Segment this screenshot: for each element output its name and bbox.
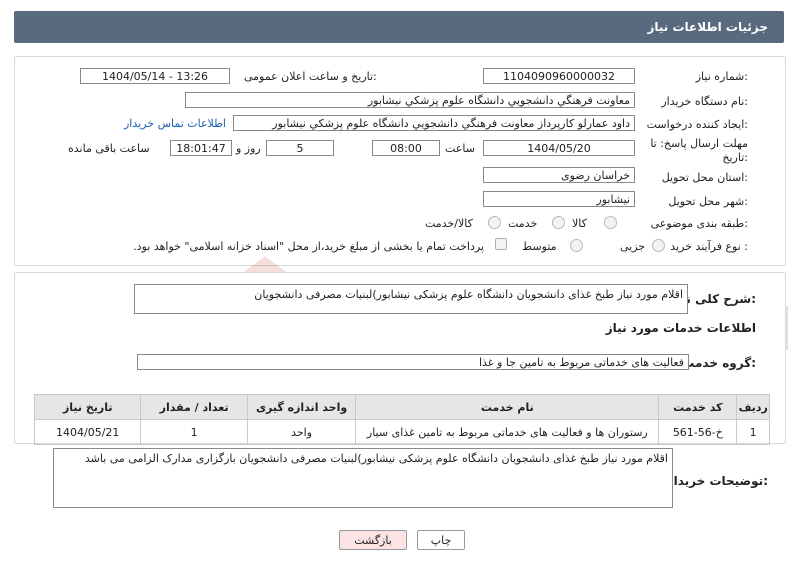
col-row-number: ردیف — [736, 394, 770, 420]
province-field[interactable]: خراسان رضوی — [483, 167, 635, 183]
cell-quantity: 1 — [140, 419, 248, 445]
announce-date-label: تاریخ و ساعت اعلان عمومی: — [244, 70, 377, 83]
buyer-org-label: نام دستگاه خریدار: — [661, 95, 748, 108]
buyer-org-field[interactable]: معاونت فرهنگي دانشجويي دانشگاه علوم پزشک… — [185, 92, 635, 108]
deadline-date-field[interactable]: 1404/05/20 — [483, 140, 635, 156]
col-quantity: تعداد / مقدار — [140, 394, 248, 420]
city-field[interactable]: نیشابور — [483, 191, 635, 207]
deadline-label-line2: تاریخ: — [722, 151, 748, 164]
need-number-label: شماره نیاز: — [695, 70, 748, 83]
process-option-minor: جزیی — [620, 240, 646, 253]
requester-field[interactable]: داود عمارلو کارپرداز معاونت فرهنگي دانشج… — [233, 115, 635, 131]
treasury-checkbox[interactable] — [495, 238, 507, 250]
category-option-goods: کالا — [572, 217, 587, 230]
remaining-time-label: ساعت باقی مانده — [68, 142, 150, 155]
deadline-label-line1: مهلت ارسال پاسخ: تا — [650, 137, 748, 150]
process-option-medium: متوسط — [522, 240, 557, 253]
col-service-code: کد خدمت — [658, 394, 738, 420]
process-radio-minor[interactable] — [652, 239, 665, 252]
category-option-goods-service: کالا/خدمت — [425, 217, 473, 230]
announce-date-field[interactable]: 1404/05/14 - 13:26 — [80, 68, 230, 84]
buyer-notes-textarea[interactable]: اقلام مورد نیاز طبخ غذای دانشجویان دانشگ… — [53, 448, 673, 508]
print-button[interactable]: چاپ — [417, 530, 465, 550]
deadline-time-label: ساعت — [445, 142, 475, 155]
cell-unit: واحد — [246, 419, 357, 445]
category-radio-service[interactable] — [552, 216, 565, 229]
summary-textarea[interactable]: اقلام مورد نیاز طبخ غذای دانشجویان دانشگ… — [134, 284, 688, 314]
province-label: استان محل تحویل: — [661, 171, 748, 184]
table-row: 1 خ-56-561 رستوران ها و فعالیت های خدمات… — [33, 419, 770, 445]
service-group-field[interactable]: فعالیت های خدماتی مربوط به تامین جا و غذ… — [137, 354, 689, 370]
treasury-note: پرداخت تمام یا بخشی از مبلغ خرید،از محل … — [133, 240, 484, 253]
deadline-label: مهلت ارسال پاسخ: تا تاریخ: — [650, 137, 748, 165]
deadline-time-field[interactable]: 08:00 — [372, 140, 440, 156]
remaining-days-field[interactable]: 5 — [266, 140, 334, 156]
need-number-field[interactable]: 1104090960000032 — [483, 68, 635, 84]
page-title: جزئیات اطلاعات نیاز — [647, 20, 768, 34]
services-table: ردیف کد خدمت نام خدمت واحد اندازه گیری ت… — [33, 394, 770, 445]
buyer-contact-link[interactable]: اطلاعات تماس خریدار — [124, 117, 226, 130]
services-section-title: اطلاعات خدمات مورد نیاز — [605, 321, 756, 335]
requester-label: ایجاد کننده درخواست: — [646, 118, 748, 131]
category-option-service: خدمت — [508, 217, 538, 230]
category-radio-goods-service[interactable] — [488, 216, 501, 229]
process-radio-medium[interactable] — [570, 239, 583, 252]
service-group-label: گروه خدمت: — [682, 356, 756, 370]
page-header: جزئیات اطلاعات نیاز — [14, 11, 784, 43]
remaining-time-field[interactable]: 18:01:47 — [170, 140, 232, 156]
services-table-header: ردیف کد خدمت نام خدمت واحد اندازه گیری ت… — [33, 394, 770, 420]
cell-row-number: 1 — [736, 419, 770, 445]
col-unit: واحد اندازه گیری — [246, 394, 357, 420]
col-need-date: تاریخ نیاز — [33, 394, 142, 420]
category-radio-goods[interactable] — [604, 216, 617, 229]
cell-need-date: 1404/05/21 — [33, 419, 142, 445]
remaining-days-label: روز و — [236, 142, 261, 155]
category-label: طبقه بندی موضوعی: — [650, 217, 748, 230]
city-label: شهر محل تحویل: — [668, 195, 748, 208]
cell-service-code: خ-56-561 — [658, 419, 738, 445]
back-button[interactable]: بازگشت — [339, 530, 407, 550]
cell-service-name: رستوران ها و فعالیت های خدماتی مربوط به … — [355, 419, 660, 445]
purchase-process-label: نوع فرآیند خرید : — [670, 240, 748, 253]
col-service-name: نام خدمت — [355, 394, 660, 420]
buyer-notes-label: توضیحات خریدار: — [666, 474, 768, 488]
